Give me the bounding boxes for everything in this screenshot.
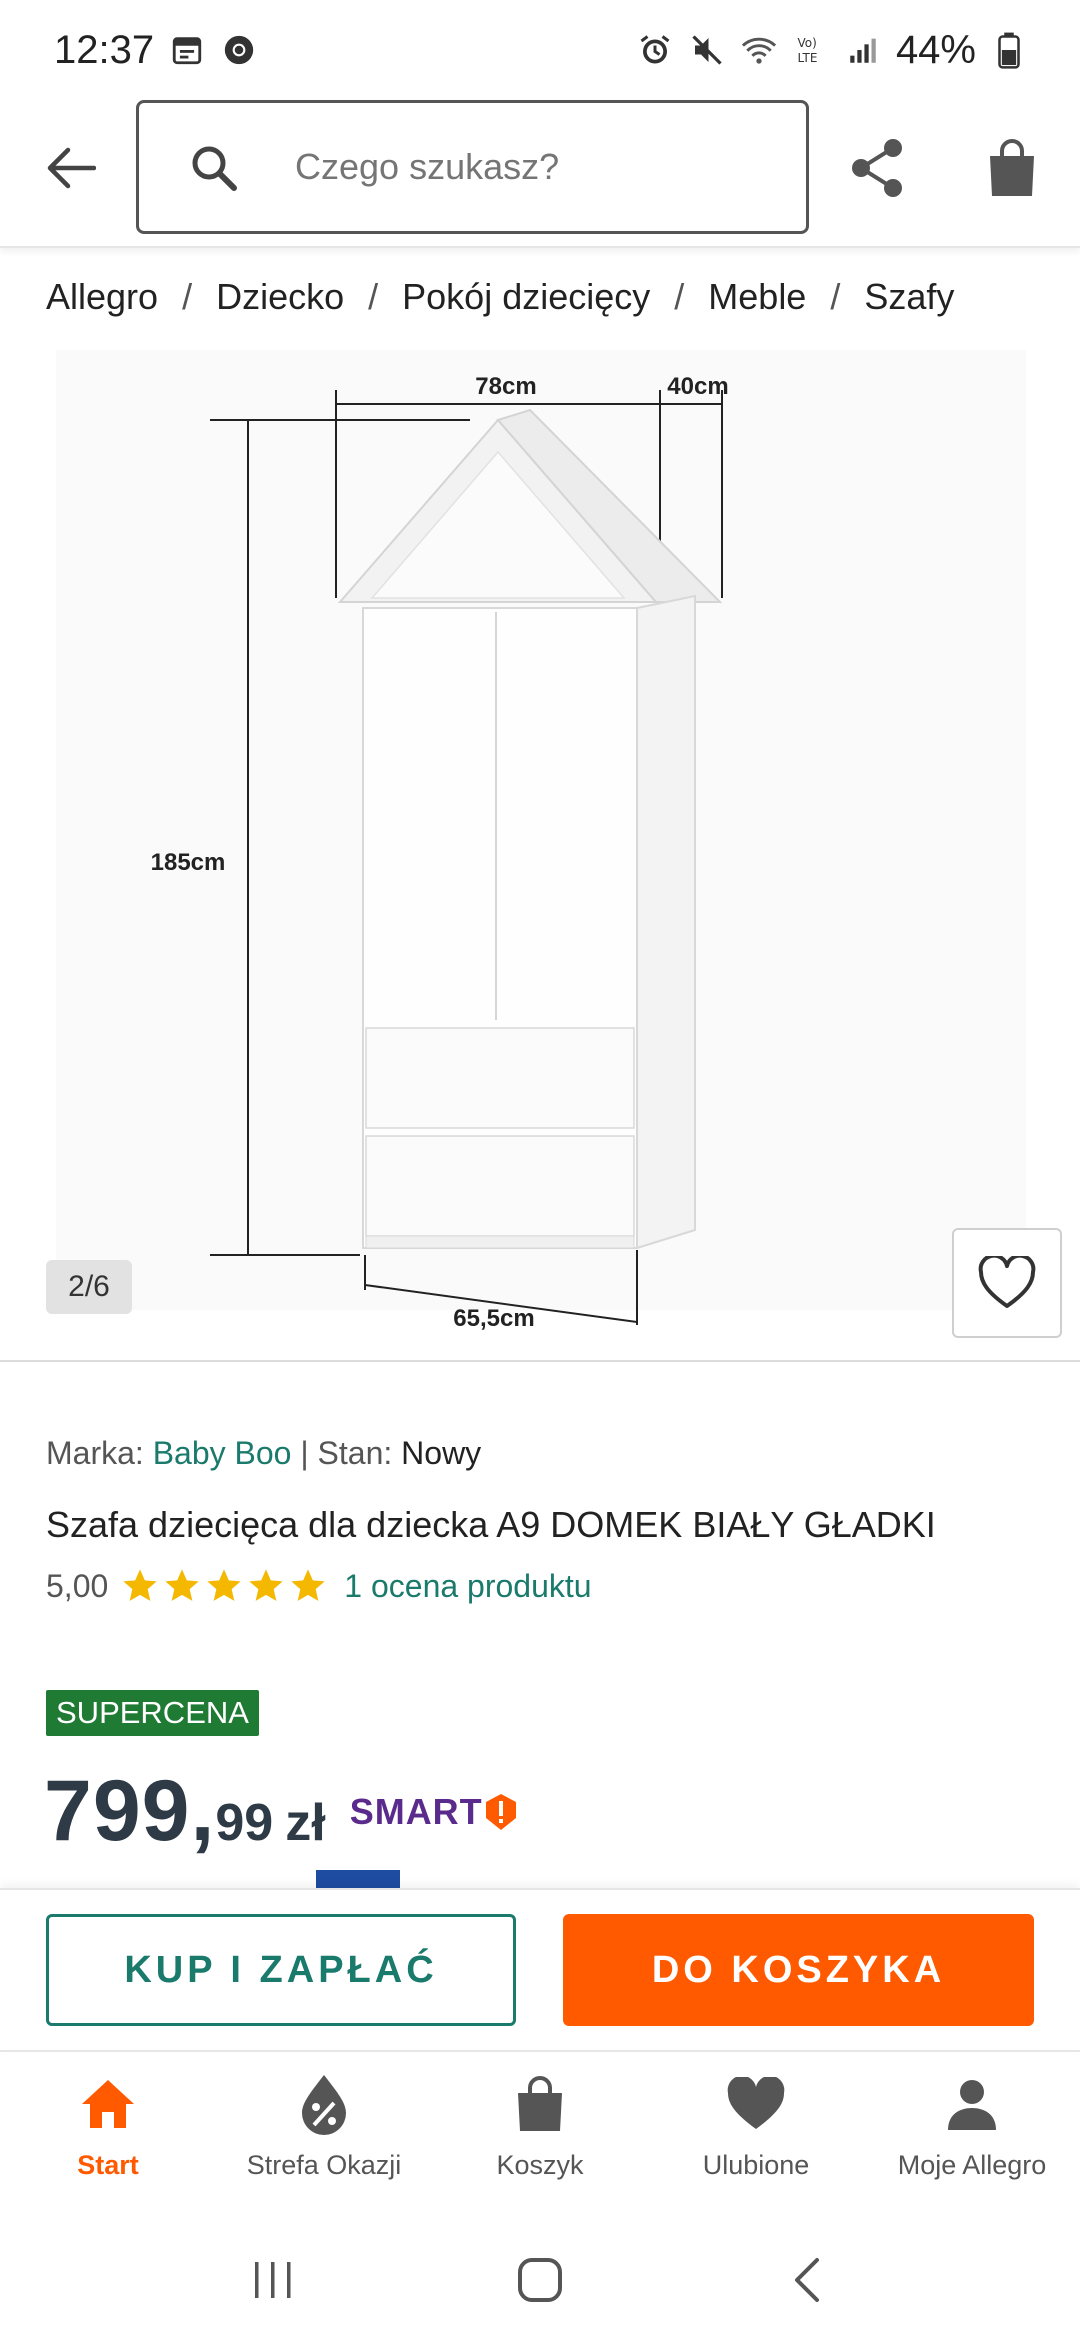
home-system-button[interactable] bbox=[500, 2240, 580, 2320]
supercena-badge: SUPERCENA bbox=[46, 1690, 259, 1736]
product-meta: Marka: Baby Boo | Stan: Nowy bbox=[46, 1435, 481, 1472]
dimension-width-top: 78cm bbox=[475, 373, 536, 400]
dimension-width-bottom: 65,5cm bbox=[453, 1305, 534, 1332]
breadcrumb-item[interactable]: Dziecko bbox=[216, 276, 344, 318]
status-right: Vo) LTE 44% bbox=[636, 28, 1028, 73]
svg-text:LTE: LTE bbox=[797, 51, 817, 65]
battery-percent: 44% bbox=[895, 27, 976, 72]
breadcrumb-item[interactable]: Meble bbox=[708, 276, 806, 318]
meta-separator: | bbox=[300, 1435, 309, 1471]
bag-icon bbox=[508, 2072, 572, 2136]
share-icon bbox=[852, 139, 902, 197]
star-icon bbox=[207, 1569, 241, 1601]
heart-outline-icon bbox=[978, 1256, 1036, 1308]
breadcrumb-separator: / bbox=[830, 276, 841, 317]
app-header bbox=[0, 100, 1080, 248]
status-left: 12:37 bbox=[54, 28, 258, 73]
shopping-bag-icon bbox=[990, 139, 1034, 196]
calendar-icon bbox=[168, 31, 206, 69]
image-counter: 2/6 bbox=[46, 1260, 132, 1314]
star-icon bbox=[123, 1569, 157, 1601]
mute-icon bbox=[688, 31, 726, 69]
price-currency: zł bbox=[285, 1794, 326, 1852]
nav-item-start[interactable]: Start bbox=[0, 2052, 216, 2222]
breadcrumb-item[interactable]: Pokój dziecięcy bbox=[402, 276, 650, 318]
back-button[interactable] bbox=[38, 136, 102, 200]
condition-value: Nowy bbox=[401, 1435, 482, 1471]
rating-value: 5,00 bbox=[46, 1567, 109, 1604]
buy-now-button[interactable]: KUP I ZAPŁAĆ bbox=[46, 1914, 516, 2026]
rating-row: 5,00 1 ocena produktu bbox=[46, 1566, 592, 1606]
breadcrumb-item[interactable]: Szafy bbox=[864, 276, 954, 318]
add-to-cart-button[interactable]: DO KOSZYKA bbox=[563, 1914, 1034, 2026]
home-circle-icon bbox=[517, 2258, 562, 2302]
product-gallery[interactable]: 78cm 40cm 185cm 65,5cm 2/6 bbox=[0, 350, 1080, 1360]
nav-item-ulubione[interactable]: Ulubione bbox=[648, 2052, 864, 2222]
wifi-icon bbox=[740, 31, 778, 69]
share-button[interactable] bbox=[848, 136, 908, 200]
recent-apps-icon bbox=[255, 2262, 291, 2298]
alarm-icon bbox=[636, 31, 674, 69]
cut-off-content bbox=[46, 1870, 586, 1888]
nav-label: Strefa Okazji bbox=[246, 2150, 402, 2180]
volte-icon: Vo) LTE bbox=[792, 31, 830, 69]
search-icon bbox=[187, 141, 243, 197]
star-icon bbox=[165, 1569, 199, 1601]
svg-text:Vo): Vo) bbox=[797, 36, 816, 50]
person-icon bbox=[940, 2072, 1004, 2136]
smart-label: SMART bbox=[349, 1790, 483, 1832]
pay-badge bbox=[316, 1870, 400, 1888]
star-icon bbox=[249, 1569, 283, 1601]
nav-label: Koszyk bbox=[496, 2150, 584, 2180]
discount-icon bbox=[292, 2072, 356, 2136]
nav-label: Start bbox=[77, 2150, 139, 2180]
cart-button[interactable] bbox=[984, 136, 1040, 200]
smart-info-icon bbox=[485, 1793, 516, 1830]
chevron-left-icon bbox=[794, 2258, 819, 2302]
nav-item-koszyk[interactable]: Koszyk bbox=[432, 2052, 648, 2222]
product-image: 78cm 40cm 185cm 65,5cm bbox=[151, 373, 729, 1332]
divider bbox=[0, 1360, 1080, 1362]
nav-item-strefa-okazji[interactable]: Strefa Okazji bbox=[216, 2052, 432, 2222]
brand-label: Marka: bbox=[46, 1435, 144, 1471]
search-input[interactable] bbox=[295, 137, 775, 197]
smart-badge[interactable]: SMART bbox=[350, 1791, 519, 1833]
rating-stars bbox=[120, 1566, 328, 1606]
product-title: Szafa dziecięca dla dziecka A9 DOMEK BIA… bbox=[46, 1504, 936, 1545]
breadcrumb-separator: / bbox=[368, 276, 379, 317]
star-icon bbox=[291, 1569, 325, 1601]
back-system-button[interactable] bbox=[767, 2240, 847, 2320]
nav-label: Ulubione bbox=[702, 2150, 810, 2180]
nav-label: Moje Allegro bbox=[897, 2150, 1047, 2180]
breadcrumb-separator: / bbox=[182, 276, 193, 317]
arrow-left-icon bbox=[47, 147, 96, 189]
status-time: 12:37 bbox=[54, 27, 155, 72]
add-to-favorites-button[interactable] bbox=[952, 1228, 1062, 1338]
signal-icon bbox=[844, 31, 882, 69]
bottom-navigation: Start Strefa Okazji Koszyk Ulubione Moje… bbox=[0, 2050, 1080, 2220]
home-icon bbox=[76, 2072, 140, 2136]
search-box[interactable] bbox=[136, 100, 809, 234]
status-bar: 12:37 Vo) LTE 44% bbox=[0, 0, 1080, 100]
nav-item-moje-allegro[interactable]: Moje Allegro bbox=[864, 2052, 1080, 2222]
brand-link[interactable]: Baby Boo bbox=[153, 1435, 292, 1471]
action-bar: KUP I ZAPŁAĆ DO KOSZYKA bbox=[0, 1888, 1080, 2048]
price-cents: 99 bbox=[215, 1794, 274, 1852]
breadcrumb-separator: / bbox=[674, 276, 685, 317]
price: 799, 99 zł SMART bbox=[44, 1762, 519, 1861]
breadcrumb: Allegro / Dziecko / Pokój dziecięcy / Me… bbox=[46, 276, 954, 318]
chrome-icon bbox=[220, 31, 258, 69]
heart-icon bbox=[724, 2072, 788, 2136]
recent-apps-button[interactable] bbox=[233, 2240, 313, 2320]
system-navigation bbox=[0, 2220, 1080, 2340]
dimension-depth: 40cm bbox=[667, 373, 728, 400]
breadcrumb-item[interactable]: Allegro bbox=[46, 276, 158, 318]
condition-label: Stan: bbox=[317, 1435, 393, 1471]
battery-icon bbox=[990, 31, 1028, 69]
price-main: 799, bbox=[44, 1763, 216, 1859]
reviews-link[interactable]: 1 ocena produktu bbox=[344, 1568, 591, 1605]
dimension-height: 185cm bbox=[151, 849, 226, 876]
